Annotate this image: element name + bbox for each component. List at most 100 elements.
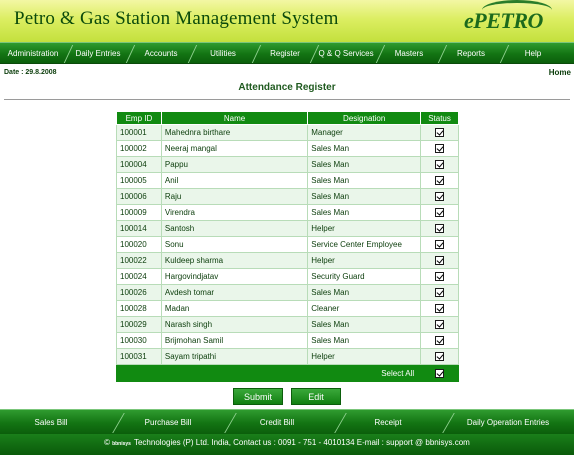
emp-id-cell: 100024: [116, 268, 162, 285]
nav-q-and-q-services[interactable]: Q & Q Services: [316, 43, 376, 64]
footer-brand: bbnisys: [112, 441, 131, 447]
emp-id-cell: 100004: [116, 156, 162, 173]
status-checkbox[interactable]: [435, 288, 445, 298]
status-checkbox[interactable]: [435, 272, 445, 282]
emp-id-cell: 100030: [116, 332, 162, 349]
emp-id-cell: 100026: [116, 284, 162, 301]
nav-help[interactable]: Help: [506, 43, 560, 64]
status-checkbox[interactable]: [435, 128, 445, 138]
select-all-label: Select All: [115, 364, 422, 382]
bottom-nav-purchase-bill[interactable]: Purchase Bill: [128, 410, 208, 435]
top-navigation: Administration Daily Entries Accounts Ut…: [0, 42, 574, 64]
table-row: 100024 Hargovindjatav Security Guard: [116, 268, 459, 285]
name-cell: Santosh: [160, 220, 309, 237]
designation-cell: Sales Man: [307, 188, 422, 205]
designation-cell: Cleaner: [307, 300, 422, 317]
select-all-row: Select All: [115, 364, 459, 382]
divider: [4, 99, 570, 100]
designation-cell: Sales Man: [307, 284, 422, 301]
status-checkbox[interactable]: [435, 336, 445, 346]
submit-button[interactable]: Submit: [233, 388, 283, 405]
status-checkbox[interactable]: [435, 144, 445, 154]
column-header-status: Status: [420, 111, 459, 125]
bottom-nav-receipt[interactable]: Receipt: [350, 410, 426, 435]
nav-register[interactable]: Register: [258, 43, 312, 64]
designation-cell: Sales Man: [307, 204, 422, 221]
name-cell: Avdesh tomar: [160, 284, 309, 301]
nav-accounts[interactable]: Accounts: [134, 43, 188, 64]
current-date: Date : 29.8.2008: [4, 69, 57, 76]
table-row: 100022 Kuldeep sharma Helper: [116, 252, 459, 269]
table-row: 100005 Anil Sales Man: [116, 172, 459, 189]
table-row: 100031 Sayam tripathi Helper: [116, 348, 459, 365]
select-all-checkbox[interactable]: [435, 368, 445, 378]
nav-utilities[interactable]: Utilities: [196, 43, 250, 64]
table-row: 100004 Pappu Sales Man: [116, 156, 459, 173]
name-cell: Kuldeep sharma: [160, 252, 309, 269]
status-checkbox[interactable]: [435, 176, 445, 186]
table-row: 100029 Narash singh Sales Man: [116, 316, 459, 333]
emp-id-cell: 100014: [116, 220, 162, 237]
name-cell: Madan: [160, 300, 309, 317]
nav-masters[interactable]: Masters: [382, 43, 436, 64]
emp-id-cell: 100001: [116, 124, 162, 141]
home-link[interactable]: Home: [549, 68, 571, 77]
footer-contact-text: Technologies (P) Ltd. India, Contact us …: [133, 438, 470, 447]
designation-cell: Sales Man: [307, 172, 422, 189]
status-checkbox[interactable]: [435, 224, 445, 234]
table-row: 100030 Brijmohan Samil Sales Man: [116, 332, 459, 349]
nav-administration[interactable]: Administration: [2, 43, 64, 64]
page-title: Attendance Register: [238, 82, 336, 93]
column-header-name: Name: [160, 111, 309, 125]
table-row: 100006 Raju Sales Man: [116, 188, 459, 205]
status-checkbox[interactable]: [435, 352, 445, 362]
column-header-emp-id: Emp ID: [116, 111, 162, 125]
designation-cell: Sales Man: [307, 332, 422, 349]
table-row: 100026 Avdesh tomar Sales Man: [116, 284, 459, 301]
status-checkbox[interactable]: [435, 320, 445, 330]
status-checkbox[interactable]: [435, 160, 445, 170]
emp-id-cell: 100031: [116, 348, 162, 365]
bottom-navigation: Sales Bill Purchase Bill Credit Bill Rec…: [0, 409, 574, 434]
emp-id-cell: 100006: [116, 188, 162, 205]
emp-id-cell: 100005: [116, 172, 162, 189]
status-checkbox[interactable]: [435, 192, 445, 202]
name-cell: Neeraj mangal: [160, 140, 309, 157]
bottom-nav-sales-bill[interactable]: Sales Bill: [14, 410, 88, 435]
name-cell: Sonu: [160, 236, 309, 253]
app-title: Petro & Gas Station Management System: [14, 8, 339, 29]
name-cell: Anil: [160, 172, 309, 189]
bottom-nav-credit-bill[interactable]: Credit Bill: [240, 410, 314, 435]
app-header: Petro & Gas Station Management System eP…: [0, 0, 574, 42]
edit-button[interactable]: Edit: [291, 388, 341, 405]
nav-reports[interactable]: Reports: [444, 43, 498, 64]
attendance-table: Emp ID Name Designation Status 100001 Mah…: [115, 111, 459, 382]
designation-cell: Sales Man: [307, 140, 422, 157]
epetro-logo[interactable]: ePETRO: [456, 0, 568, 38]
name-cell: Brijmohan Samil: [160, 332, 309, 349]
designation-cell: Sales Man: [307, 316, 422, 333]
emp-id-cell: 100022: [116, 252, 162, 269]
table-row: 100002 Neeraj mangal Sales Man: [116, 140, 459, 157]
status-checkbox[interactable]: [435, 304, 445, 314]
status-checkbox[interactable]: [435, 256, 445, 266]
status-checkbox[interactable]: [435, 240, 445, 250]
logo-text: ePETRO: [464, 8, 543, 33]
name-cell: Narash singh: [160, 316, 309, 333]
designation-cell: Security Guard: [307, 268, 422, 285]
designation-cell: Helper: [307, 220, 422, 237]
name-cell: Raju: [160, 188, 309, 205]
emp-id-cell: 100029: [116, 316, 162, 333]
copyright-icon: ©: [104, 438, 111, 447]
designation-cell: Manager: [307, 124, 422, 141]
name-cell: Mahednra birthare: [160, 124, 309, 141]
emp-id-cell: 100028: [116, 300, 162, 317]
nav-daily-entries[interactable]: Daily Entries: [70, 43, 126, 64]
emp-id-cell: 100009: [116, 204, 162, 221]
designation-cell: Helper: [307, 348, 422, 365]
bottom-nav-daily-operation-entries[interactable]: Daily Operation Entries: [456, 410, 560, 435]
name-cell: Virendra: [160, 204, 309, 221]
emp-id-cell: 100020: [116, 236, 162, 253]
name-cell: Sayam tripathi: [160, 348, 309, 365]
status-checkbox[interactable]: [435, 208, 445, 218]
